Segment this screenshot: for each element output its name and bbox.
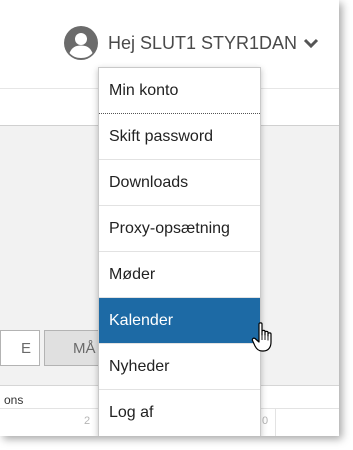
app-window: Hej SLUT1 STYR1DAN E MÅ ons 2 0 Min kont… — [0, 0, 339, 436]
column-separator — [275, 409, 276, 436]
menu-item-label: Møder — [109, 265, 156, 283]
table-cell-number: 0 — [262, 415, 269, 427]
menu-item-proxy-opsaetning[interactable]: Proxy-opsætning — [99, 206, 260, 252]
menu-item-label: Log af — [109, 404, 154, 421]
menu-item-label: Downloads — [109, 173, 189, 191]
chip-right-label: MÅ — [73, 339, 96, 357]
user-circle-icon — [64, 26, 98, 60]
menu-item-nyheder[interactable]: Nyheder — [99, 344, 260, 390]
menu-item-label: Skift password — [109, 127, 214, 145]
column-header-ons: ons — [4, 393, 24, 407]
menu-item-min-konto[interactable]: Min konto — [99, 68, 260, 114]
menu-item-label: Min konto — [109, 81, 179, 99]
filter-chip-right[interactable]: MÅ — [44, 330, 100, 366]
user-menu-button[interactable]: Hej SLUT1 STYR1DAN — [64, 26, 319, 60]
chevron-down-icon — [304, 38, 319, 49]
table-cell-number: 2 — [84, 415, 91, 427]
menu-item-label: Kalender — [109, 311, 174, 329]
menu-item-moder[interactable]: Møder — [99, 252, 260, 298]
user-dropdown-menu: Min konto Skift password Downloads Proxy… — [98, 67, 261, 436]
menu-item-kalender[interactable]: Kalender — [99, 298, 260, 344]
menu-item-skift-password[interactable]: Skift password — [99, 114, 260, 160]
hand-pointer-icon — [251, 322, 272, 352]
user-greeting: Hej SLUT1 STYR1DAN — [108, 32, 298, 53]
menu-item-downloads[interactable]: Downloads — [99, 160, 260, 206]
menu-item-label: Proxy-opsætning — [109, 219, 230, 237]
filter-chip-left[interactable]: E — [0, 330, 40, 366]
chip-left-label: E — [21, 339, 32, 357]
menu-item-log-af[interactable]: Log af — [99, 390, 260, 436]
menu-item-label: Nyheder — [109, 357, 170, 375]
